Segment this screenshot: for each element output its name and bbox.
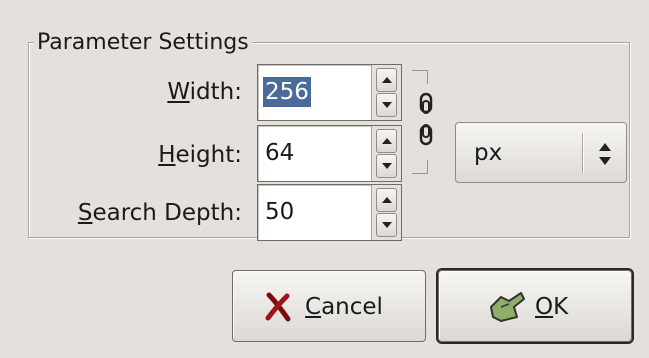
unit-value: px bbox=[474, 140, 503, 166]
width-spinbox[interactable]: 256 bbox=[257, 64, 402, 121]
search-depth-spinbox[interactable]: 50 bbox=[257, 184, 402, 241]
height-spin-arrows bbox=[371, 126, 401, 181]
ok-icon bbox=[487, 287, 527, 329]
updown-icon bbox=[598, 141, 612, 167]
height-label-text: eight: bbox=[175, 142, 242, 168]
chain-link-icon[interactable] bbox=[418, 90, 434, 150]
width-label-text: idth: bbox=[189, 79, 242, 105]
width-increment-button[interactable] bbox=[376, 68, 397, 92]
search-depth-increment-button[interactable] bbox=[376, 188, 397, 212]
search-depth-label-text: earch Depth: bbox=[92, 200, 242, 226]
search-depth-decrement-button[interactable] bbox=[376, 213, 397, 237]
height-label: Height: bbox=[158, 141, 242, 169]
unit-separator bbox=[582, 133, 583, 173]
cancel-button-label: Cancel bbox=[305, 292, 383, 322]
height-spinbox[interactable]: 64 bbox=[257, 125, 402, 182]
cancel-text: ancel bbox=[321, 294, 383, 320]
unit-select[interactable]: px bbox=[455, 122, 627, 183]
group-title: Parameter Settings bbox=[34, 30, 252, 56]
height-value[interactable]: 64 bbox=[263, 138, 296, 168]
chain-bracket-bottom bbox=[412, 160, 428, 174]
cancel-icon bbox=[263, 291, 293, 327]
width-value[interactable]: 256 bbox=[263, 77, 311, 107]
cancel-button[interactable]: Cancel bbox=[232, 270, 426, 342]
ok-button-label: OK bbox=[535, 292, 568, 322]
search-depth-value[interactable]: 50 bbox=[263, 197, 296, 227]
search-depth-label-mnemonic: S bbox=[77, 200, 93, 226]
width-label-mnemonic: W bbox=[167, 79, 190, 105]
chain-bracket-top bbox=[412, 70, 428, 84]
cancel-mnemonic: C bbox=[305, 294, 322, 320]
height-increment-button[interactable] bbox=[376, 129, 397, 153]
search-depth-label: Search Depth: bbox=[78, 199, 242, 227]
ok-button[interactable]: OK bbox=[438, 270, 632, 342]
ok-mnemonic: O bbox=[535, 294, 554, 320]
width-decrement-button[interactable] bbox=[376, 93, 397, 117]
width-spin-arrows bbox=[371, 65, 401, 120]
width-label: Width: bbox=[167, 78, 242, 106]
height-decrement-button[interactable] bbox=[376, 154, 397, 178]
search-depth-spin-arrows bbox=[371, 185, 401, 240]
ok-text: K bbox=[553, 294, 569, 320]
height-label-mnemonic: H bbox=[158, 142, 176, 168]
